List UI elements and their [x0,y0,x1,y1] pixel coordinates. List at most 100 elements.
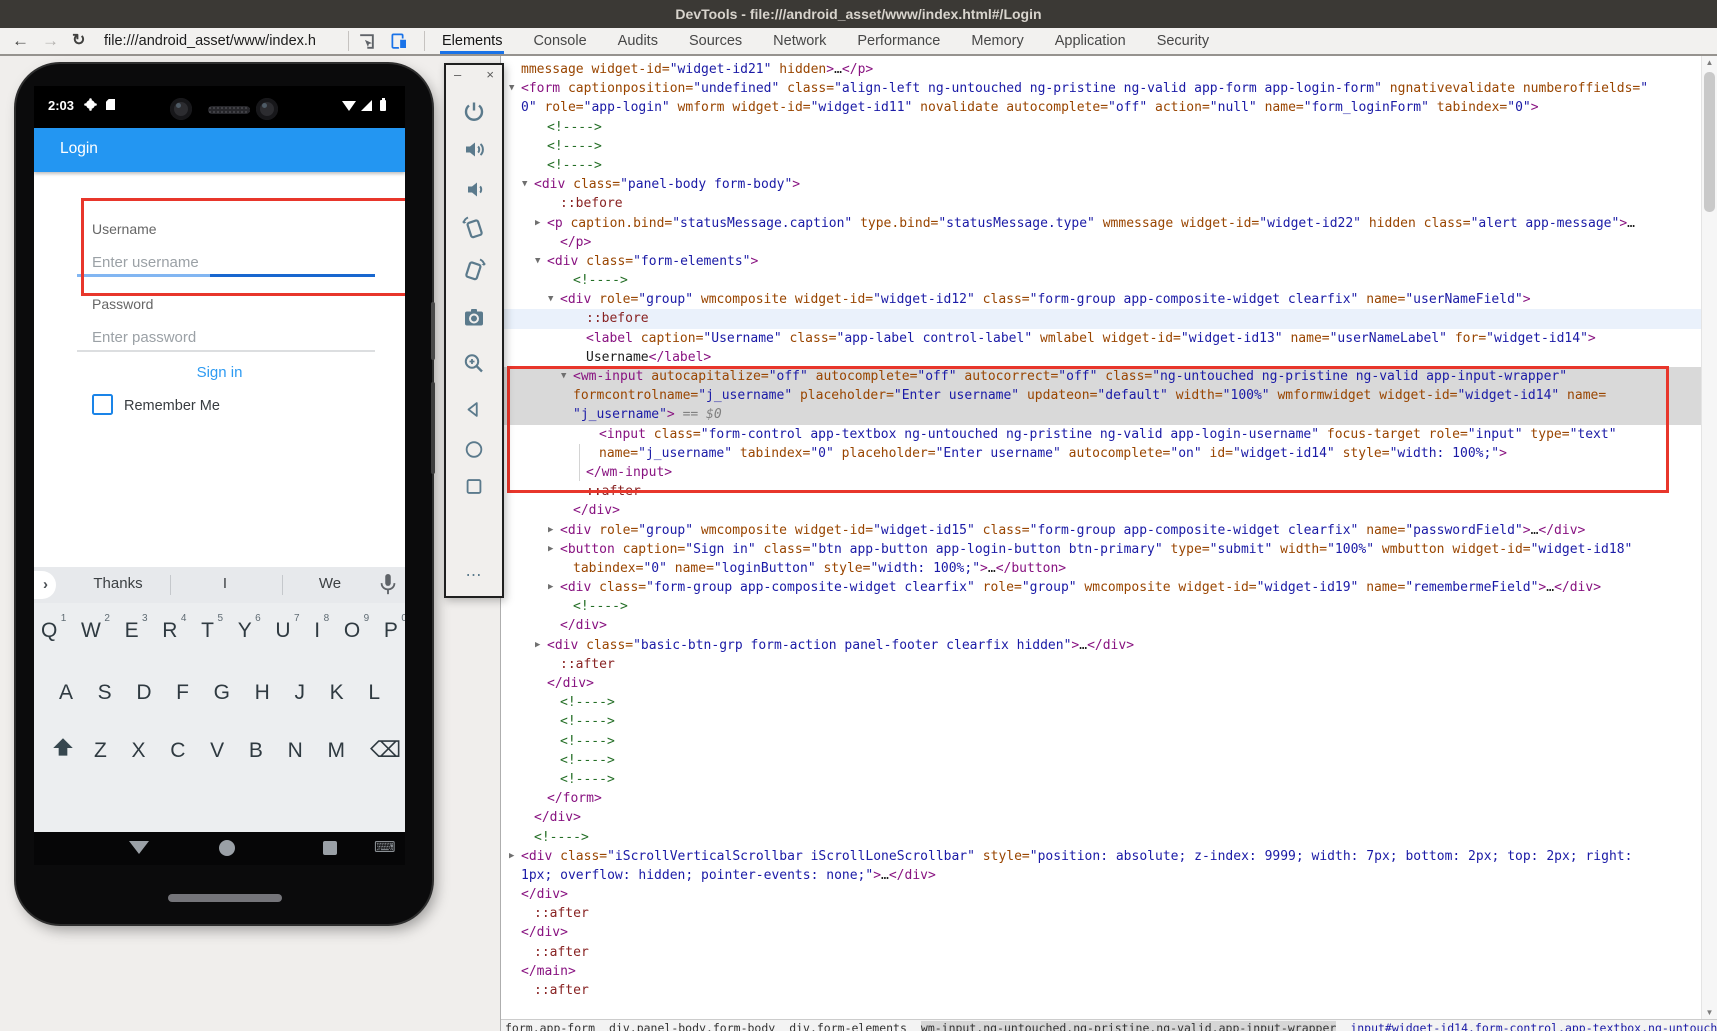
dom-tree-line[interactable]: mmessage widget-id="widget-id21" hidden>… [501,60,1702,79]
dom-tree-line[interactable]: <!----> [501,712,1702,731]
scroll-up-icon[interactable]: ▲ [1702,56,1717,70]
password-input[interactable]: Enter password [92,329,196,346]
dom-tree-line[interactable]: <!----> [501,828,1702,847]
tab-sources[interactable]: Sources [687,28,744,54]
dom-tree-line[interactable]: 1px; overflow: hidden; pointer-events: n… [501,866,1702,885]
breadcrumb-item[interactable]: div.form-elements [789,1021,907,1031]
screenshot-icon[interactable] [462,306,486,335]
key-y[interactable]: Y6 [238,619,252,643]
collapse-arrow-icon[interactable]: ▼ [509,79,521,98]
dom-tree-line[interactable]: ▼<div class="panel-body form-body"> [501,175,1702,194]
mic-icon[interactable] [377,572,399,603]
dom-tree-line[interactable]: ▶<div class="iScrollVerticalScrollbar iS… [501,847,1702,866]
dom-tree-line[interactable]: <!----> [501,137,1702,156]
dom-tree-line[interactable]: 0" role="app-login" wmform widget-id="wi… [501,98,1702,117]
dom-tree-line[interactable]: Username</label> [501,348,1702,367]
dom-tree-line[interactable]: </p> [501,233,1702,252]
shift-key[interactable] [50,735,76,766]
backspace-key[interactable]: ⌫ [370,737,401,763]
key-z[interactable]: Z [94,739,107,763]
key-n[interactable]: N [288,739,303,763]
scroll-down-icon[interactable]: ▼ [1702,1006,1717,1020]
tab-memory[interactable]: Memory [969,28,1025,54]
key-k[interactable]: K [330,681,344,705]
key-p[interactable]: P0 [384,619,398,643]
scrollbar[interactable]: ▲ ▼ [1701,56,1717,1020]
collapse-arrow-icon[interactable]: ▼ [535,252,547,271]
dom-tree-line[interactable]: tabindex="0" name="loginButton" style="w… [501,559,1702,578]
key-v[interactable]: V [210,739,224,763]
nav-home-icon[interactable] [219,840,235,856]
breadcrumb-item[interactable]: div.panel-body.form-body [609,1021,775,1031]
expand-arrow-icon[interactable]: ▶ [548,540,560,559]
tab-application[interactable]: Application [1053,28,1128,54]
collapse-arrow-icon[interactable]: ▼ [548,290,560,309]
dom-tree-line[interactable]: <!----> [501,732,1702,751]
key-x[interactable]: X [132,739,146,763]
breadcrumb-item[interactable]: wm-input.ng-untouched.ng-pristine.ng-val… [921,1021,1336,1031]
dom-tree-line[interactable]: </div> [501,885,1702,904]
tab-network[interactable]: Network [771,28,828,54]
expand-arrow-icon[interactable]: ▶ [548,521,560,540]
tab-security[interactable]: Security [1155,28,1211,54]
nav-back-icon[interactable] [129,841,149,854]
address-bar[interactable]: file:///android_asset/www/index.h [104,28,316,54]
dom-tree-line[interactable]: ▼<form captionposition="undefined" class… [501,79,1702,98]
dom-tree-line[interactable]: <!----> [501,770,1702,789]
key-u[interactable]: U7 [275,619,290,643]
key-q[interactable]: Q1 [41,619,57,643]
chevron-right-icon[interactable]: › [34,571,56,599]
key-h[interactable]: H [255,681,270,705]
key-a[interactable]: A [59,681,73,705]
dom-tree-line[interactable]: <!----> [501,271,1702,290]
close-button[interactable]: × [486,67,494,82]
keyboard-switch-icon[interactable]: ⌨ [374,838,396,856]
key-i[interactable]: I8 [314,619,320,643]
key-o[interactable]: O9 [344,619,360,643]
dom-tree-line[interactable]: </div> [501,674,1702,693]
key-t[interactable]: T5 [201,619,214,643]
reload-button[interactable]: ↻ [72,28,85,54]
dom-tree-line[interactable]: ▶<button caption="Sign in" class="btn ap… [501,540,1702,559]
device-toolbar-icon[interactable] [390,32,409,56]
home-icon[interactable] [463,439,485,466]
suggestion-chip[interactable]: I [223,575,227,592]
dom-tree-line[interactable]: ▶<div class="basic-btn-grp form-action p… [501,636,1702,655]
expand-arrow-icon[interactable]: ▶ [509,847,521,866]
forward-button[interactable]: → [42,28,59,54]
dom-tree-line[interactable]: ▼<div class="form-elements"> [501,252,1702,271]
dom-tree-line[interactable]: </div> [501,501,1702,520]
dom-tree-line[interactable]: <!----> [501,693,1702,712]
inspect-element-icon[interactable] [357,32,376,56]
collapse-arrow-icon[interactable]: ▼ [522,175,534,194]
suggestion-chip[interactable]: Thanks [93,575,142,592]
minimize-button[interactable]: – [454,67,461,82]
key-w[interactable]: W2 [81,619,101,643]
key-d[interactable]: D [136,681,151,705]
key-s[interactable]: S [98,681,112,705]
dom-tree-line[interactable]: <!----> [501,597,1702,616]
dom-tree-line[interactable]: ▶<div class="form-group app-composite-wi… [501,578,1702,597]
suggestion-chip[interactable]: We [319,575,341,592]
dom-tree-line[interactable]: </div> [501,808,1702,827]
dom-tree-line[interactable]: ::after [501,981,1702,1000]
dom-tree-line[interactable]: ▼<div role="group" wmcomposite widget-id… [501,290,1702,309]
dom-tree-line[interactable]: <!----> [501,118,1702,137]
dom-tree-line[interactable]: </div> [501,923,1702,942]
zoom-icon[interactable] [462,352,486,381]
rotate-left-icon[interactable] [461,215,487,246]
nav-overview-icon[interactable] [323,841,337,855]
scrollbar-thumb[interactable] [1704,72,1715,212]
volume-down-icon[interactable] [462,178,486,207]
expand-arrow-icon[interactable]: ▶ [535,214,547,233]
overview-icon[interactable] [463,476,485,503]
dom-tree-line[interactable]: ::after [501,943,1702,962]
key-c[interactable]: C [170,739,185,763]
breadcrumb-item[interactable]: form.app-form [505,1021,595,1031]
more-icon[interactable]: ⋯ [466,565,483,585]
key-f[interactable]: F [176,681,189,705]
dom-tree-line[interactable]: </main> [501,962,1702,981]
key-m[interactable]: M [327,739,345,763]
breadcrumb-item[interactable]: input#widget-id14.form-control.app-textb… [1350,1021,1717,1031]
dom-tree-line[interactable]: </div> [501,616,1702,635]
